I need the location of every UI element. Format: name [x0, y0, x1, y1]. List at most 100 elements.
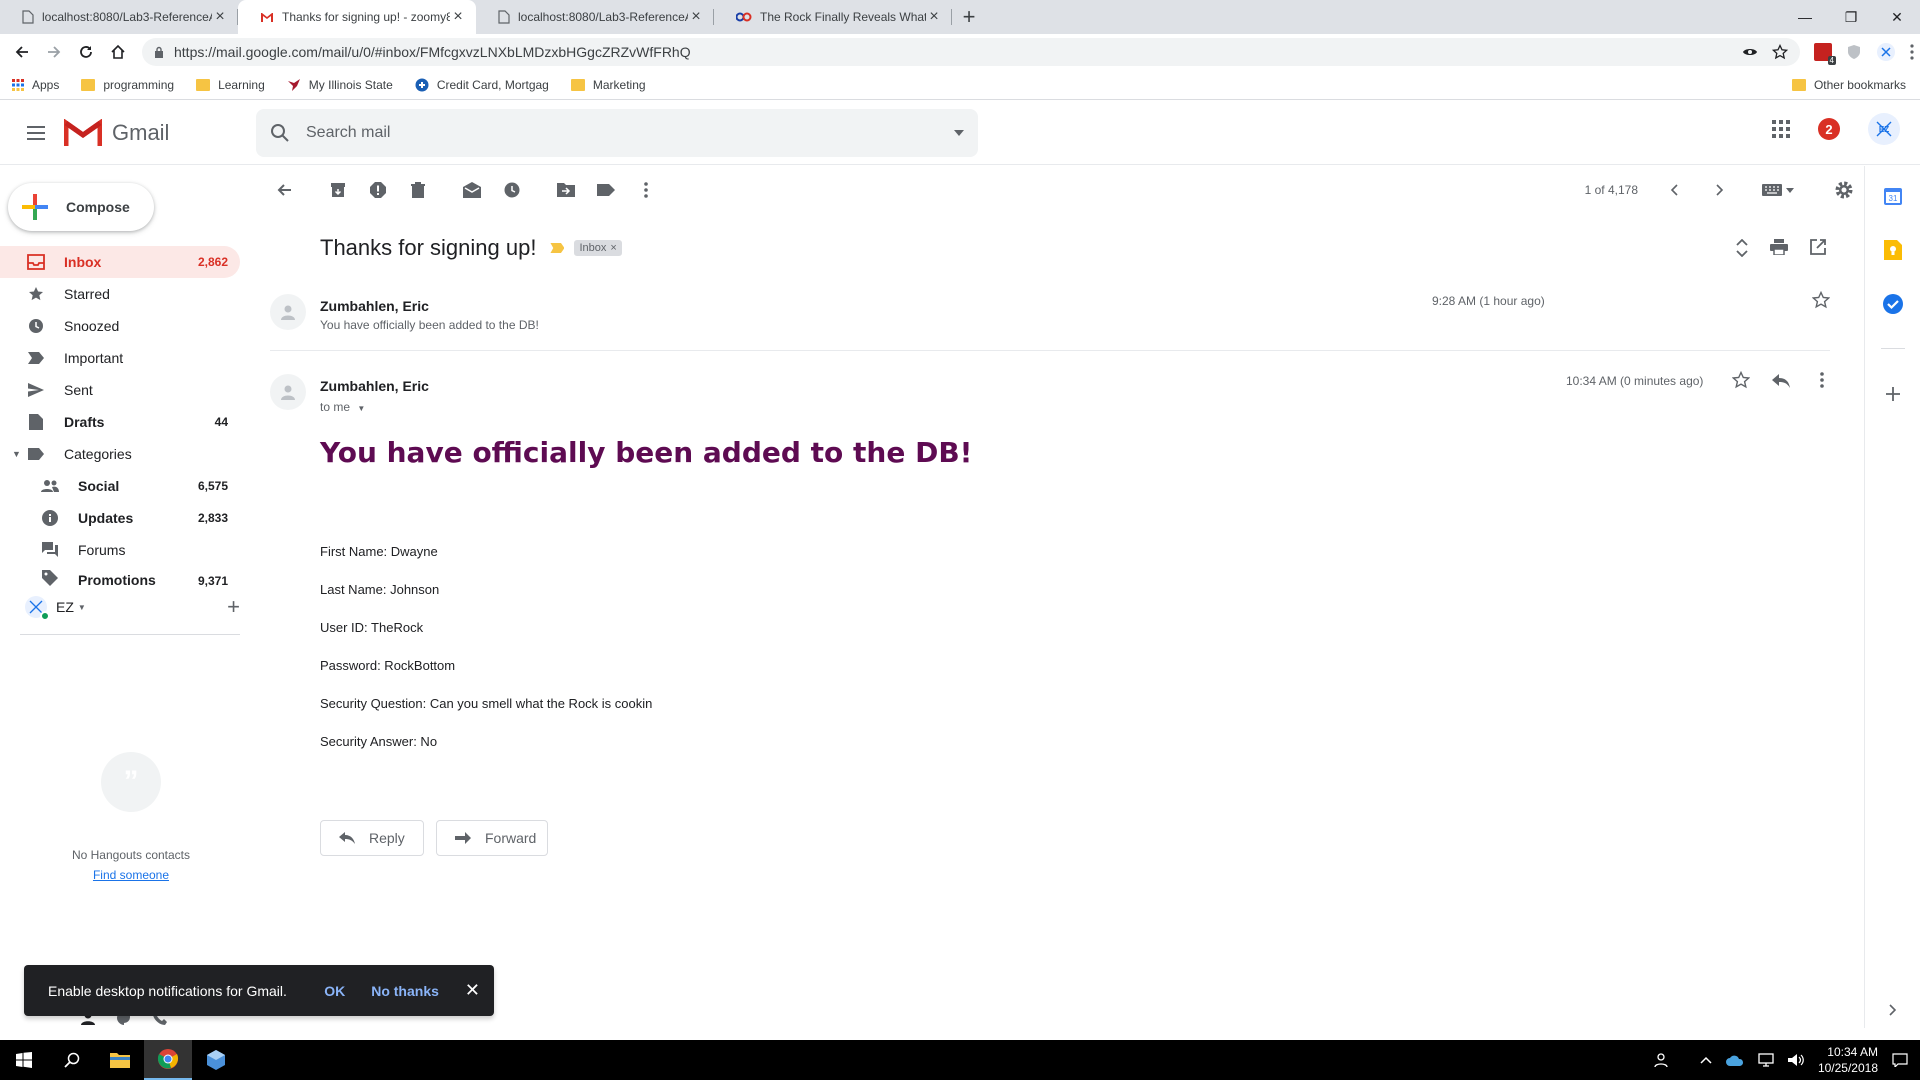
nav-social[interactable]: Social 6,575	[0, 470, 240, 502]
chevron-down-icon[interactable]: ▼	[357, 404, 365, 413]
more-options-icon[interactable]	[1820, 372, 1824, 388]
back-to-inbox-icon[interactable]	[264, 170, 304, 210]
browser-tab-3[interactable]: localhost:8080/Lab3-ReferenceAp ×	[476, 0, 714, 34]
close-icon[interactable]: ×	[212, 8, 228, 25]
collapse-caret-icon[interactable]: ▼	[12, 449, 21, 459]
new-tab-button[interactable]: +	[952, 0, 986, 34]
star-icon[interactable]	[1732, 371, 1750, 389]
hangouts-user[interactable]: EZ ▼ +	[24, 594, 240, 621]
profile-icon[interactable]	[1876, 42, 1896, 62]
inbox-label-chip[interactable]: Inbox ×	[574, 240, 622, 256]
snackbar-no-thanks-button[interactable]: No thanks	[371, 983, 439, 999]
more-actions-icon[interactable]	[626, 170, 666, 210]
message-collapsed[interactable]: Zumbahlen, Eric You have officially been…	[270, 291, 1830, 334]
snooze-icon[interactable]	[492, 170, 532, 210]
get-addons-icon[interactable]	[1881, 382, 1905, 406]
forward-button[interactable]: Forward	[436, 820, 548, 856]
notifications-badge[interactable]: 2	[1818, 118, 1840, 140]
search-input[interactable]: Search mail	[306, 124, 954, 142]
open-new-window-icon[interactable]	[1810, 239, 1826, 257]
onedrive-icon[interactable]	[1725, 1054, 1744, 1066]
bookmark-learning[interactable]: Learning	[196, 78, 265, 92]
nav-sent[interactable]: Sent	[0, 374, 240, 406]
print-icon[interactable]	[1770, 239, 1788, 257]
chevron-right-icon[interactable]	[1716, 184, 1724, 196]
search-icon[interactable]	[270, 123, 290, 143]
people-icon[interactable]	[1654, 1053, 1670, 1067]
bookmark-apps[interactable]: Apps	[12, 78, 59, 92]
calendar-icon[interactable]: 31	[1881, 184, 1905, 208]
main-menu-button[interactable]	[12, 109, 60, 157]
mark-unread-icon[interactable]	[452, 170, 492, 210]
address-bar[interactable]: https://mail.google.com/mail/u/0/#inbox/…	[142, 38, 1800, 66]
search-icon[interactable]	[48, 1040, 96, 1080]
snackbar-ok-button[interactable]: OK	[324, 983, 345, 999]
nav-forums[interactable]: Forums	[0, 534, 240, 566]
close-icon[interactable]: ×	[688, 8, 704, 25]
nav-drafts[interactable]: Drafts 44	[0, 406, 240, 438]
app-taskbar-icon[interactable]	[192, 1040, 240, 1080]
kebab-menu-icon[interactable]	[1910, 44, 1914, 60]
recipient-details[interactable]: to me ▼	[320, 400, 365, 414]
shield-icon[interactable]	[1846, 44, 1862, 60]
reply-button[interactable]: Reply	[320, 820, 424, 856]
reload-button[interactable]	[70, 36, 102, 68]
action-center-icon[interactable]	[1892, 1053, 1908, 1067]
browser-tab-1[interactable]: localhost:8080/Lab3-ReferenceAp ×	[0, 0, 238, 34]
taskbar-clock[interactable]: 10:34 AM 10/25/2018	[1818, 1044, 1878, 1076]
google-apps-icon[interactable]	[1772, 120, 1790, 138]
back-button[interactable]	[6, 36, 38, 68]
restore-button[interactable]: ❐	[1828, 0, 1874, 34]
move-to-icon[interactable]	[546, 170, 586, 210]
expand-all-icon[interactable]	[1736, 239, 1748, 257]
importance-marker-icon[interactable]	[550, 243, 565, 253]
star-icon[interactable]	[1812, 291, 1830, 309]
nav-updates[interactable]: Updates 2,833	[0, 502, 240, 534]
close-icon[interactable]: ×	[926, 8, 942, 25]
add-contact-icon[interactable]: +	[227, 594, 240, 620]
file-explorer-icon[interactable]	[96, 1040, 144, 1080]
bookmark-credit-card[interactable]: Credit Card, Mortgag	[415, 78, 549, 92]
account-avatar[interactable]: EZ	[1868, 113, 1900, 145]
windows-start-icon[interactable]	[0, 1040, 48, 1080]
nav-starred[interactable]: Starred	[0, 278, 240, 310]
nav-promotions[interactable]: Promotions 9,371	[0, 566, 240, 588]
bookmark-star-icon[interactable]	[1772, 44, 1788, 60]
minimize-button[interactable]: —	[1782, 0, 1828, 34]
archive-icon[interactable]	[318, 170, 358, 210]
close-icon[interactable]: ×	[450, 8, 466, 25]
labels-icon[interactable]	[586, 170, 626, 210]
find-someone-link[interactable]: Find someone	[0, 868, 262, 882]
browser-tab-2[interactable]: Thanks for signing up! - zoomy8 ×	[238, 0, 476, 34]
chevron-down-icon[interactable]: ▼	[78, 603, 86, 612]
chevron-left-icon[interactable]	[1670, 184, 1678, 196]
gmail-logo[interactable]: Gmail	[64, 118, 169, 147]
remove-label-icon[interactable]: ×	[610, 242, 616, 254]
delete-icon[interactable]	[398, 170, 438, 210]
bookmark-marketing[interactable]: Marketing	[570, 78, 646, 92]
bookmark-my-illinois-state[interactable]: My Illinois State	[287, 78, 393, 92]
eye-icon[interactable]	[1742, 46, 1758, 58]
compose-button[interactable]: Compose	[8, 183, 154, 231]
close-icon[interactable]: ✕	[465, 980, 480, 1001]
search-options-icon[interactable]	[954, 130, 964, 136]
chrome-taskbar-icon[interactable]	[144, 1040, 192, 1080]
nav-categories[interactable]: ▼ Categories	[0, 438, 240, 470]
home-button[interactable]	[102, 36, 134, 68]
nav-inbox[interactable]: Inbox 2,862	[0, 246, 240, 278]
keyboard-icon[interactable]	[1762, 184, 1794, 196]
forward-button[interactable]	[38, 36, 70, 68]
nav-snoozed[interactable]: Snoozed	[0, 310, 240, 342]
reply-icon[interactable]	[1772, 374, 1790, 388]
bookmark-programming[interactable]: programming	[81, 78, 174, 92]
search-bar[interactable]: Search mail	[256, 109, 978, 157]
tasks-icon[interactable]	[1881, 292, 1905, 316]
browser-tab-4[interactable]: The Rock Finally Reveals What Th ×	[714, 0, 952, 34]
chevron-up-icon[interactable]	[1700, 1056, 1712, 1064]
settings-gear-icon[interactable]	[1834, 180, 1854, 200]
close-window-button[interactable]: ✕	[1874, 0, 1920, 34]
extension-badge-icon[interactable]: 4	[1814, 43, 1836, 65]
report-spam-icon[interactable]	[358, 170, 398, 210]
bookmark-other[interactable]: Other bookmarks	[1791, 78, 1906, 92]
volume-icon[interactable]	[1787, 1053, 1804, 1067]
